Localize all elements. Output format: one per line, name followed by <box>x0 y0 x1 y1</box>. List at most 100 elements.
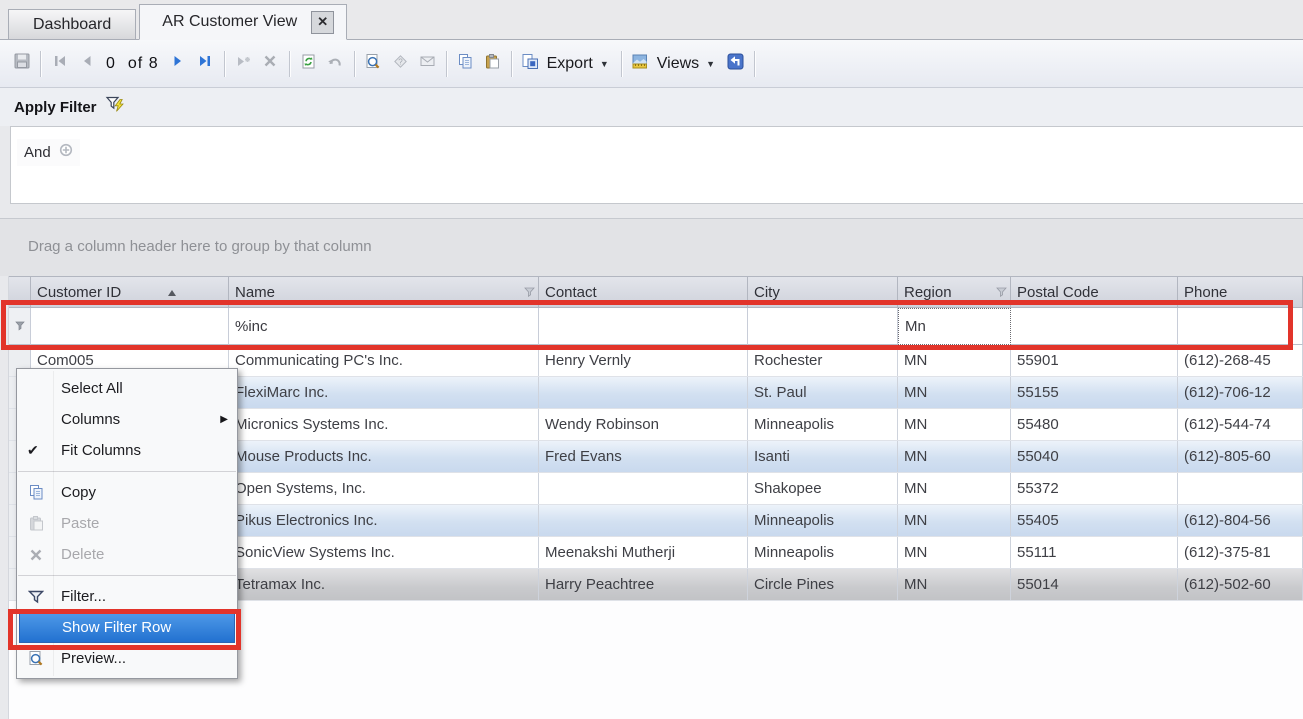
filter-funnel-icon[interactable] <box>524 284 535 301</box>
filter-input-region[interactable]: Mn <box>898 308 1011 345</box>
cell-region: MN <box>898 537 1011 568</box>
menu-item-filter[interactable]: Filter... <box>17 581 237 612</box>
preview-icon <box>364 53 382 75</box>
cell-region: MN <box>898 377 1011 408</box>
filter-input-city[interactable] <box>748 308 898 345</box>
toolbar-separator <box>40 51 41 77</box>
menu-item-paste[interactable]: Paste <box>17 508 237 539</box>
close-icon[interactable]: ✕ <box>311 11 334 34</box>
views-button[interactable] <box>627 51 654 77</box>
next-record-button[interactable] <box>165 51 192 77</box>
menu-item-select-all[interactable]: Select All <box>17 373 237 404</box>
record-position: 0 <box>106 55 116 73</box>
email-icon <box>419 53 436 74</box>
column-header-label: Contact <box>545 284 597 301</box>
apply-filter-icon[interactable] <box>105 95 127 120</box>
cell-city: Rochester <box>748 345 898 376</box>
cell-postal-code: 55405 <box>1011 505 1178 536</box>
menu-item-fit-columns[interactable]: ✔Fit Columns <box>17 435 237 466</box>
copy-icon <box>25 484 47 501</box>
menu-item-label: Show Filter Row <box>62 619 171 636</box>
toolbar-separator <box>446 51 447 77</box>
menu-item-delete[interactable]: Delete <box>17 539 237 570</box>
filter-funnel-icon[interactable] <box>996 284 1007 301</box>
column-header-city[interactable]: City <box>748 276 898 308</box>
column-header-phone[interactable]: Phone <box>1178 276 1303 308</box>
cell-name: Pikus Electronics Inc. <box>229 505 539 536</box>
column-header-customer-id[interactable]: Customer ID <box>31 276 229 308</box>
last-record-button[interactable] <box>192 51 219 77</box>
cell-contact: Fred Evans <box>539 441 748 472</box>
cell-region: MN <box>898 505 1011 536</box>
copy-button[interactable] <box>452 51 479 77</box>
last-record-icon <box>197 53 213 74</box>
cell-city: Isanti <box>748 441 898 472</box>
filter-input-name[interactable]: %inc <box>229 308 539 345</box>
cell-name: SonicView Systems Inc. <box>229 537 539 568</box>
menu-item-show-filter-row[interactable]: Show Filter Row <box>19 612 235 643</box>
insert-record-button[interactable] <box>230 51 257 77</box>
paste-icon <box>25 515 47 532</box>
column-header-label: Region <box>904 284 952 301</box>
menu-item-label: Fit Columns <box>61 442 141 459</box>
menu-item-copy[interactable]: Copy <box>17 477 237 508</box>
tab-dashboard[interactable]: Dashboard <box>8 9 136 39</box>
views-dropdown-caret-icon[interactable]: ▼ <box>706 59 715 69</box>
export-button[interactable] <box>517 51 544 77</box>
filter-input-customer-id[interactable] <box>31 308 229 345</box>
save-icon <box>13 52 31 75</box>
filter-input-postal-code[interactable] <box>1011 308 1178 345</box>
views-icon <box>631 53 649 75</box>
preview-button[interactable] <box>360 51 387 77</box>
export-label[interactable]: Export <box>547 55 593 73</box>
save-button[interactable] <box>8 51 35 77</box>
paste-button[interactable] <box>479 51 506 77</box>
column-header-postal-code[interactable]: Postal Code <box>1011 276 1178 308</box>
help-button[interactable]: ? <box>387 51 414 77</box>
column-header-label: City <box>754 284 780 301</box>
cell-city: Shakopee <box>748 473 898 504</box>
column-header-contact[interactable]: Contact <box>539 276 748 308</box>
email-button[interactable] <box>414 51 441 77</box>
undo-button[interactable] <box>322 51 349 77</box>
filter-operator[interactable]: And <box>24 144 51 161</box>
filter-input-phone[interactable] <box>1178 308 1303 345</box>
column-header-label: Customer ID <box>37 284 121 301</box>
cell-name: Micronics Systems Inc. <box>229 409 539 440</box>
column-header-name[interactable]: Name <box>229 276 539 308</box>
menu-item-label: Delete <box>61 546 104 563</box>
column-header-region[interactable]: Region <box>898 276 1011 308</box>
menu-item-columns[interactable]: Columns▶ <box>17 404 237 435</box>
menu-item-preview[interactable]: Preview... <box>17 643 237 674</box>
menu-separator <box>18 471 236 472</box>
views-label[interactable]: Views <box>657 55 699 73</box>
add-condition-icon[interactable] <box>59 143 73 162</box>
group-by-hint: Drag a column header here to group by th… <box>28 238 372 255</box>
menu-item-label: Columns <box>61 411 120 428</box>
grid-header-row: Customer ID Name Contact City Region Pos… <box>9 276 1303 308</box>
export-dropdown-caret-icon[interactable]: ▼ <box>600 59 609 69</box>
first-record-button[interactable] <box>46 51 73 77</box>
refresh-button[interactable] <box>295 51 322 77</box>
return-button[interactable] <box>722 51 749 77</box>
application-window: Dashboard AR Customer View ✕ 0 of 8 ? Ex… <box>0 0 1303 719</box>
cell-region: MN <box>898 473 1011 504</box>
cell-postal-code: 55155 <box>1011 377 1178 408</box>
export-icon <box>521 53 540 75</box>
filter-input-contact[interactable] <box>539 308 748 345</box>
next-record-icon <box>170 53 186 74</box>
previous-record-button[interactable] <box>73 51 100 77</box>
cell-phone: (612)-375-81 <box>1178 537 1303 568</box>
cell-name: Mouse Products Inc. <box>229 441 539 472</box>
delete-icon <box>25 547 47 563</box>
group-by-panel: Drag a column header here to group by th… <box>0 218 1303 276</box>
grid-filter-row: %inc Mn <box>9 308 1303 345</box>
tab-ar-customer-view[interactable]: AR Customer View ✕ <box>139 4 347 40</box>
first-record-icon <box>52 53 68 74</box>
cell-city: Minneapolis <box>748 505 898 536</box>
cell-phone: (612)-502-60 <box>1178 569 1303 600</box>
delete-record-button[interactable] <box>257 51 284 77</box>
apply-filter-bar: Apply Filter <box>0 88 1303 126</box>
apply-filter-label[interactable]: Apply Filter <box>14 99 97 116</box>
cell-contact: Henry Vernly <box>539 345 748 376</box>
